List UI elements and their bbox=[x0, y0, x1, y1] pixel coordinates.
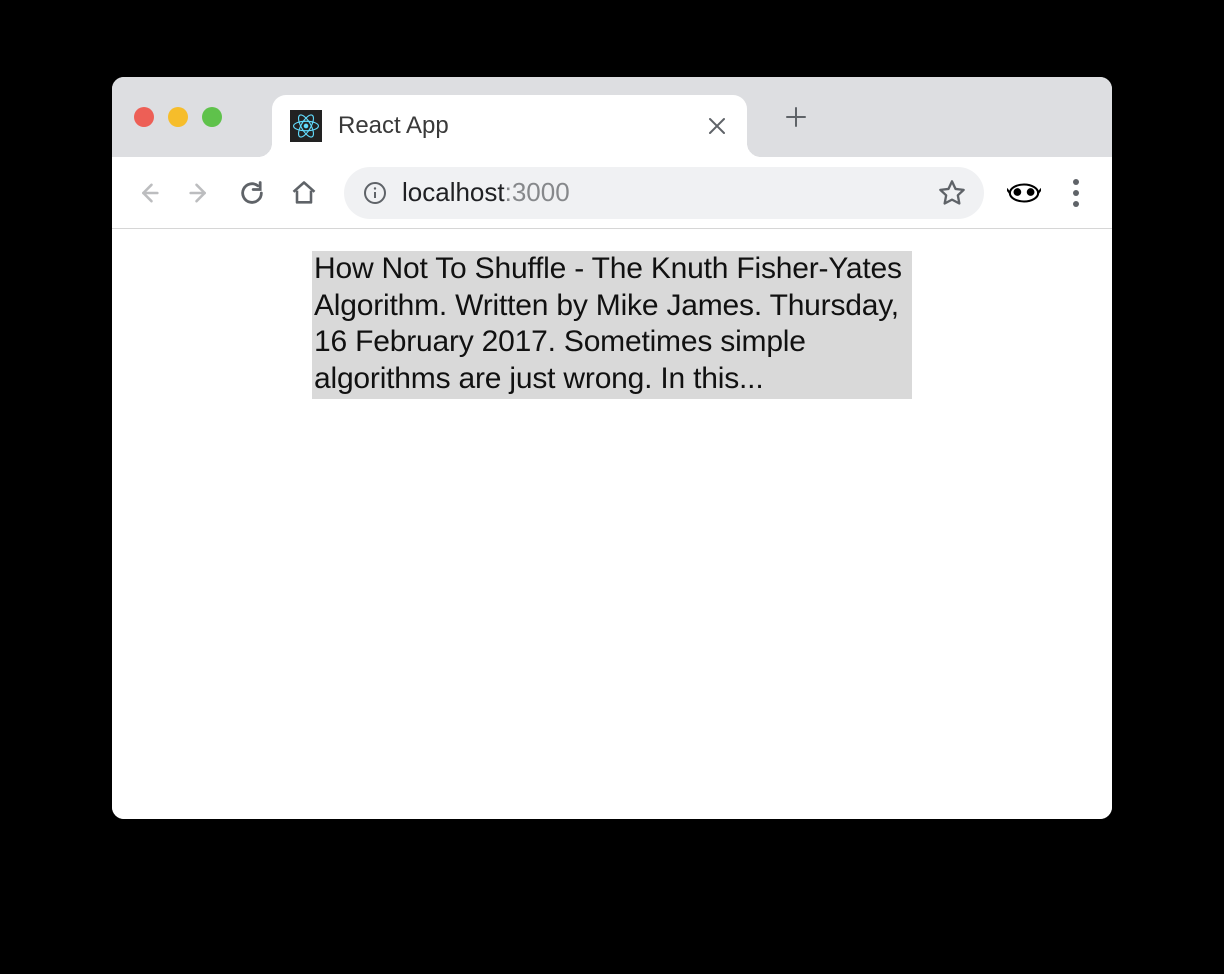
extension-icon[interactable] bbox=[1002, 171, 1046, 215]
url-port: :3000 bbox=[505, 177, 570, 208]
kebab-icon bbox=[1073, 179, 1079, 207]
browser-window: React App localhost:3000 bbox=[112, 77, 1112, 819]
reload-button[interactable] bbox=[230, 171, 274, 215]
article-snippet: How Not To Shuffle - The Knuth Fisher-Ya… bbox=[312, 251, 912, 399]
url-host: localhost bbox=[402, 177, 505, 208]
react-favicon-icon bbox=[290, 110, 322, 142]
bookmark-star-icon[interactable] bbox=[938, 179, 966, 207]
tab-title: React App bbox=[338, 112, 705, 140]
address-bar[interactable]: localhost:3000 bbox=[344, 167, 984, 219]
window-close-button[interactable] bbox=[134, 107, 154, 127]
browser-tab[interactable]: React App bbox=[272, 95, 747, 157]
browser-menu-button[interactable] bbox=[1054, 171, 1098, 215]
url-text: localhost:3000 bbox=[402, 177, 924, 208]
forward-button[interactable] bbox=[178, 171, 222, 215]
back-button[interactable] bbox=[126, 171, 170, 215]
page-viewport: How Not To Shuffle - The Knuth Fisher-Ya… bbox=[112, 229, 1112, 819]
window-controls bbox=[134, 107, 222, 127]
toolbar: localhost:3000 bbox=[112, 157, 1112, 229]
home-button[interactable] bbox=[282, 171, 326, 215]
site-info-icon[interactable] bbox=[362, 180, 388, 206]
new-tab-button[interactable] bbox=[780, 101, 812, 133]
tab-strip: React App bbox=[112, 77, 1112, 157]
tab-close-button[interactable] bbox=[705, 114, 729, 138]
window-minimize-button[interactable] bbox=[168, 107, 188, 127]
window-maximize-button[interactable] bbox=[202, 107, 222, 127]
